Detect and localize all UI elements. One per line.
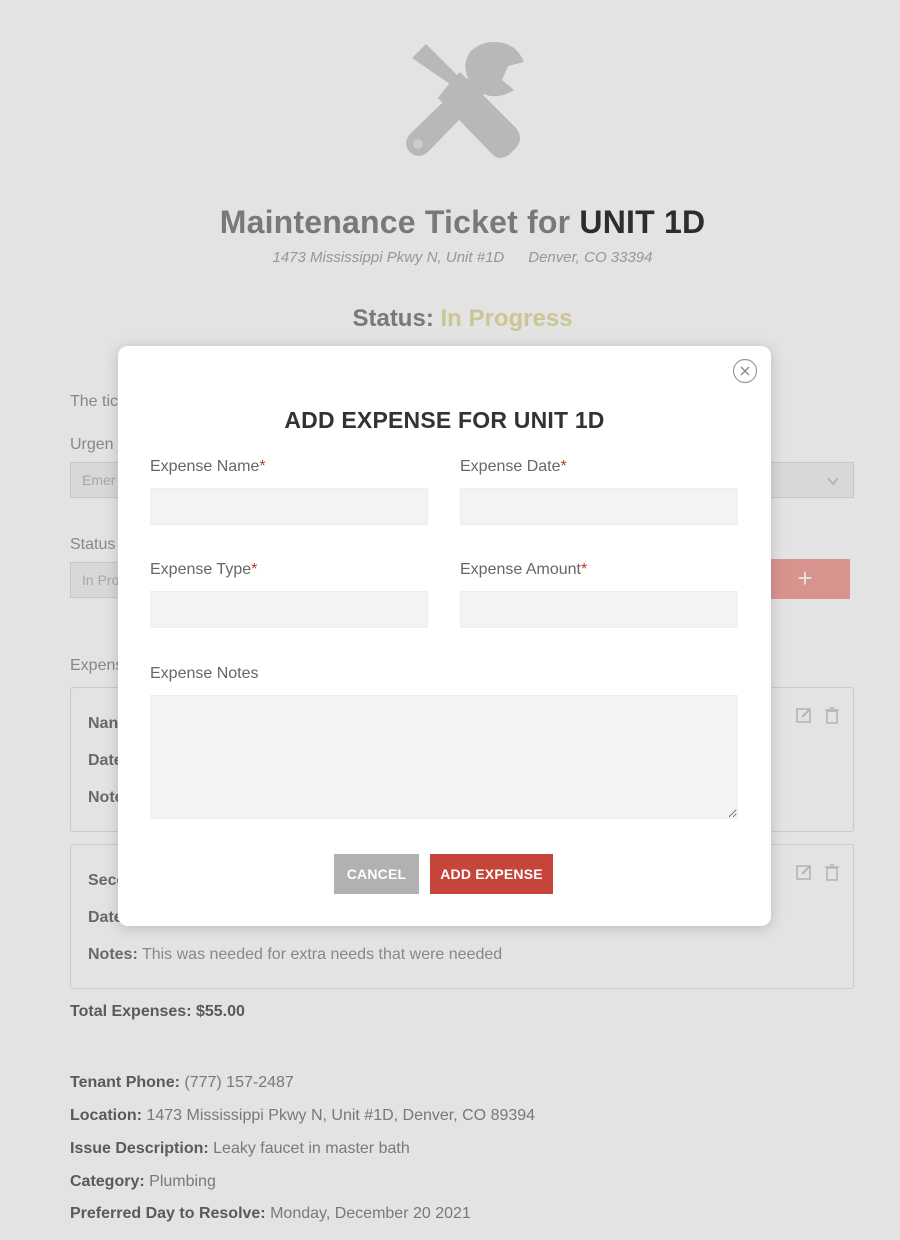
add-expense-button[interactable]: ADD EXPENSE — [430, 854, 553, 894]
modal-title: ADD EXPENSE FOR UNIT 1D — [284, 407, 605, 433]
expense-date-label: Expense Date* — [460, 458, 567, 475]
expense-type-label: Expense Type* — [150, 561, 258, 578]
cancel-button[interactable]: CANCEL — [334, 854, 419, 894]
expense-amount-label: Expense Amount* — [460, 561, 588, 578]
expense-type-input[interactable] — [150, 591, 428, 628]
expense-notes-textarea[interactable] — [150, 695, 738, 819]
expense-notes-label: Expense Notes — [150, 665, 259, 682]
close-icon[interactable] — [732, 358, 758, 384]
add-expense-modal: ADD EXPENSE FOR UNIT 1D Expense Name* Ex… — [118, 346, 771, 926]
expense-name-input[interactable] — [150, 488, 428, 525]
expense-amount-input[interactable] — [460, 591, 738, 628]
expense-date-input[interactable] — [460, 488, 738, 525]
expense-name-label: Expense Name* — [150, 458, 266, 475]
